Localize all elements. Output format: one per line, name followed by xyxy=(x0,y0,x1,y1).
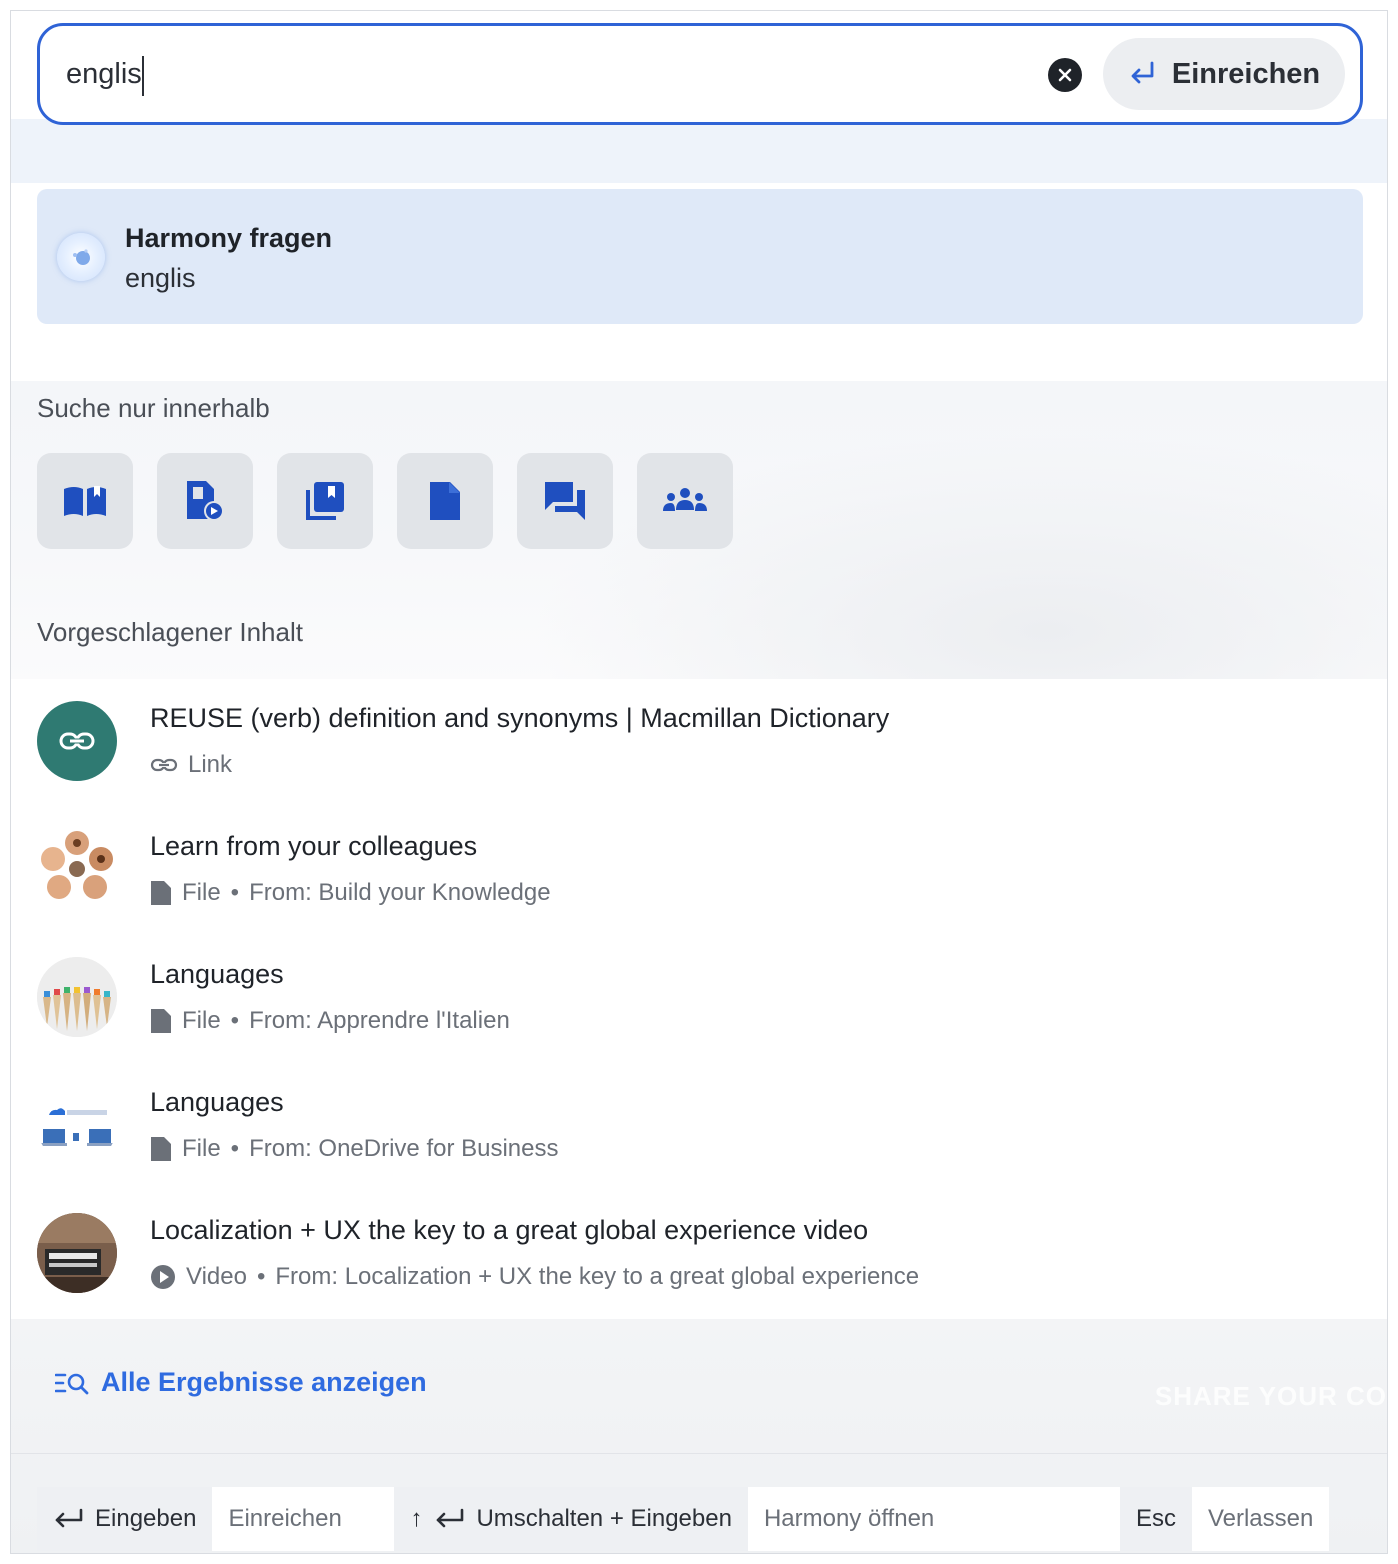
search-bar: Einreichen xyxy=(37,23,1363,125)
link-icon xyxy=(59,732,95,750)
library-icon xyxy=(306,482,344,520)
result-meta: File • From: Build your Knowledge xyxy=(150,879,551,907)
background-strip xyxy=(11,119,1387,183)
text-caret xyxy=(142,56,144,96)
result-type: File xyxy=(182,1135,221,1162)
result-source: From: OneDrive for Business xyxy=(249,1135,559,1162)
play-icon xyxy=(151,1265,175,1289)
meta-separator: • xyxy=(230,879,240,906)
result-meta: File • From: OneDrive for Business xyxy=(150,1135,559,1163)
keyboard-shortcuts: Eingeben Einreichen ↑ Umschalten + Einge… xyxy=(37,1487,1330,1551)
show-all-results-label: Alle Ergebnisse anzeigen xyxy=(101,1367,427,1397)
result-source: From: Apprendre l'Italien xyxy=(249,1007,510,1034)
shift-enter-key-description: Harmony öffnen xyxy=(747,1487,1120,1551)
scope-section-label: Suche nur innerhalb xyxy=(37,393,270,423)
link-icon xyxy=(150,758,178,772)
harmony-title: Harmony fragen xyxy=(125,223,333,253)
link-badge xyxy=(37,701,117,781)
chat-icon xyxy=(545,482,585,520)
meta-separator: • xyxy=(256,1263,266,1290)
result-source: From: Localization + UX the key to a gre… xyxy=(275,1263,920,1290)
book-open-icon xyxy=(64,486,106,516)
result-source: From: Build your Knowledge xyxy=(249,879,551,906)
result-title: Languages xyxy=(150,1087,284,1117)
result-meta: Link xyxy=(150,751,232,779)
enter-arrow-icon xyxy=(1131,61,1154,84)
result-meta: Video • From: Localization + UX the key … xyxy=(150,1263,919,1291)
result-thumbnail xyxy=(37,829,117,909)
result-title: Languages xyxy=(150,959,284,989)
search-list-icon xyxy=(55,1373,89,1394)
result-item[interactable]: Languages File • From: OneDrive for Busi… xyxy=(37,1063,1357,1165)
esc-key-hint: Esc xyxy=(1119,1487,1192,1551)
result-item[interactable]: Localization + UX the key to a great glo… xyxy=(37,1191,1357,1293)
submit-button[interactable]: Einreichen xyxy=(1103,38,1345,110)
scope-courses-button[interactable] xyxy=(37,453,133,549)
file-icon xyxy=(151,1009,171,1033)
enter-arrow-icon xyxy=(55,1508,83,1528)
result-meta: File • From: Apprendre l'Italien xyxy=(150,1007,510,1035)
enter-key-hint: Eingeben xyxy=(37,1487,213,1551)
document-icon xyxy=(430,482,460,520)
result-item[interactable]: REUSE (verb) definition and synonyms | M… xyxy=(37,679,1357,781)
search-overlay: SHARE YOUR CO Einreichen Harmony frag xyxy=(10,10,1388,1554)
result-type: File xyxy=(182,879,221,906)
enter-key-label: Eingeben xyxy=(95,1505,197,1532)
search-input[interactable] xyxy=(66,52,966,96)
result-type: Video xyxy=(186,1263,247,1290)
suggested-section-label: Vorgeschlagener Inhalt xyxy=(37,617,303,647)
onedrive-thumbnail xyxy=(37,1085,117,1165)
result-title: REUSE (verb) definition and synonyms | M… xyxy=(150,703,890,733)
suggested-results-list: REUSE (verb) definition and synonyms | M… xyxy=(11,679,1387,1319)
result-type: Link xyxy=(188,751,233,778)
result-thumbnail xyxy=(37,1213,117,1293)
file-icon xyxy=(151,881,171,905)
ask-harmony-option[interactable]: Harmony fragen englis xyxy=(37,189,1363,324)
result-title: Learn from your colleagues xyxy=(150,831,478,861)
show-all-results-link[interactable]: Alle Ergebnisse anzeigen xyxy=(55,1367,427,1398)
scope-communities-button[interactable] xyxy=(637,453,733,549)
scope-discussions-button[interactable] xyxy=(517,453,613,549)
background-ghost-text: SHARE YOUR CO xyxy=(1154,1381,1387,1411)
shift-enter-key-label: Umschalten + Eingeben xyxy=(476,1505,732,1532)
enter-arrow-icon xyxy=(437,1508,464,1528)
submit-label: Einreichen xyxy=(1171,57,1321,90)
shift-arrow-icon: ↑ xyxy=(410,1505,423,1532)
community-icon xyxy=(663,488,707,511)
result-type: File xyxy=(182,1007,221,1034)
video-file-icon xyxy=(187,481,224,521)
result-item[interactable]: Languages File • From: Apprendre l'Itali… xyxy=(37,935,1357,1037)
result-title: Localization + UX the key to a great glo… xyxy=(150,1215,869,1245)
scope-library-button[interactable] xyxy=(277,453,373,549)
close-circle-icon xyxy=(1058,68,1072,82)
result-thumbnail xyxy=(37,957,117,1037)
clear-search-button[interactable] xyxy=(1048,58,1082,92)
file-icon xyxy=(151,1137,171,1161)
harmony-assistant-icon xyxy=(57,233,105,281)
footer-divider xyxy=(11,1453,1387,1454)
shift-enter-key-hint: ↑ Umschalten + Eingeben xyxy=(394,1487,748,1551)
scope-buttons xyxy=(37,453,733,549)
meta-separator: • xyxy=(230,1135,240,1162)
result-item[interactable]: Learn from your colleagues File • From: … xyxy=(37,807,1357,909)
harmony-query: englis xyxy=(125,263,196,293)
scope-documents-button[interactable] xyxy=(397,453,493,549)
esc-key-description: Verlassen xyxy=(1191,1487,1330,1551)
esc-key-label: Esc xyxy=(1135,1505,1176,1532)
enter-key-description: Einreichen xyxy=(212,1487,395,1551)
scope-videos-button[interactable] xyxy=(157,453,253,549)
meta-separator: • xyxy=(230,1007,240,1034)
